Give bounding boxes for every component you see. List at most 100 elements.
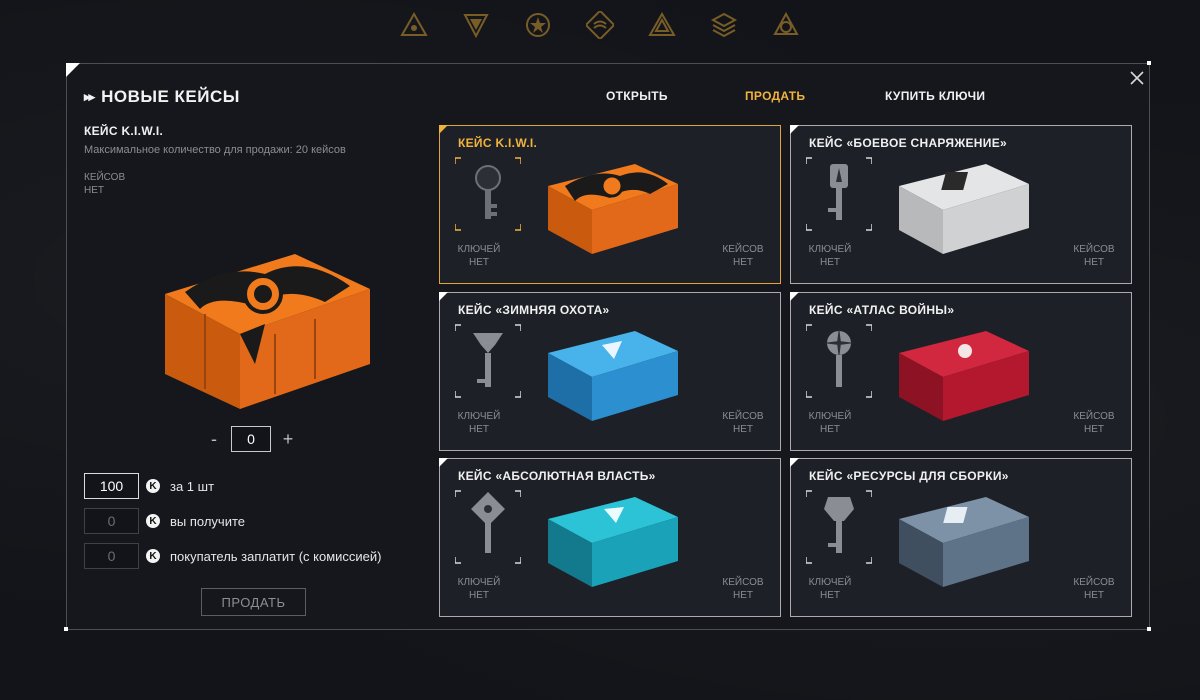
cases-count: КЕЙСОВ НЕТ [716,410,770,436]
decrement-button[interactable]: - [207,429,221,450]
keys-value: НЕТ [820,257,840,268]
emblem-triangle-icon[interactable] [398,9,430,41]
keys-count: КЛЮЧЕЙ НЕТ [803,243,857,269]
keys-count: КЛЮЧЕЙ НЕТ [452,576,506,602]
card-corner-marker [790,125,799,134]
price-per-unit-label: за 1 шт [170,478,215,494]
keys-label: КЛЮЧЕЙ [808,411,852,422]
price-per-unit-row: K за 1 шт [84,473,214,499]
cases-label: КЕЙСОВ [722,244,764,255]
cases-modal: ▸▸ НОВЫЕ КЕЙСЫ ОТКРЫТЬ ПРОДАТЬ КУПИТЬ КЛ… [64,61,1151,631]
keys-count: КЛЮЧЕЙ НЕТ [803,576,857,602]
case-grid: КЕЙС K.I.W.I. КЛЮЧЕЙ НЕТ КЕЙСОВ НЕТ КЕЙС «… [439,125,1133,617]
quantity-input[interactable] [231,426,271,452]
cases-label: КЕЙСОВ [1073,244,1115,255]
cases-label: КЕЙСОВ [722,411,764,422]
keys-count: КЛЮЧЕЙ НЕТ [452,243,506,269]
case-card-war-atlas[interactable]: КЕЙС «АТЛАС ВОЙНЫ» КЛЮЧЕЙ НЕТ КЕЙСОВ НЕТ [790,292,1132,451]
selected-case-name: КЕЙС K.I.W.I. [84,124,164,138]
key-icon [828,164,848,220]
sell-button[interactable]: ПРОДАТЬ [201,588,306,616]
card-corner-marker [790,458,799,467]
corner-dot [1147,61,1151,65]
cases-count: КЕЙСОВ НЕТ [716,576,770,602]
cases-value: НЕТ [733,590,753,601]
cases-count: КЕЙСОВ НЕТ [716,243,770,269]
buyer-pays-row: K покупатель заплатит (с комиссией) [84,543,382,569]
cases-label: КЕЙСОВ [722,577,764,588]
keys-count: КЛЮЧЕЙ НЕТ [803,410,857,436]
case-card-build-resources[interactable]: КЕЙС «РЕСУРСЫ ДЛЯ СБОРКИ» КЛЮЧЕЙ НЕТ КЕЙС… [790,458,1132,617]
cases-count: КЕЙСОВ НЕТ [1067,576,1121,602]
emblem-star-icon[interactable] [522,9,554,41]
key-icon [475,165,501,219]
buyer-pays-field [84,543,139,569]
case-image-winter-hunt [540,313,682,425]
corner-marker [66,63,80,77]
key-slot [805,489,873,565]
case-card-winter-hunt[interactable]: КЕЙС «ЗИМНЯЯ ОХОТА» КЛЮЧЕЙ НЕТ КЕЙСОВ НЕТ [439,292,781,451]
card-corner-marker [439,125,448,134]
case-card-combat-gear[interactable]: КЕЙС «БОЕВОЕ СНАРЯЖЕНИЕ» КЛЮЧЕЙ НЕТ КЕЙСО… [790,125,1132,284]
keys-value: НЕТ [820,424,840,435]
receive-label: вы получите [170,513,246,529]
sell-panel: КЕЙС K.I.W.I. Максимальное количество дл… [84,124,404,197]
cases-label: КЕЙСОВ [1073,577,1115,588]
keys-label: КЛЮЧЕЙ [457,244,501,255]
cases-value: НЕТ [733,257,753,268]
cases-value: НЕТ [1084,424,1104,435]
keys-value: НЕТ [469,590,489,601]
card-corner-marker [439,292,448,301]
keys-value: НЕТ [820,590,840,601]
key-icon [471,492,505,553]
selected-case-image [145,214,380,414]
cases-value: НЕТ [1084,257,1104,268]
k-coin-icon: K [146,549,160,563]
card-corner-marker [790,292,799,301]
keys-value: НЕТ [469,257,489,268]
case-card-absolute-power[interactable]: КЕЙС «АБСОЛЮТНАЯ ВЛАСТЬ» КЛЮЧЕЙ НЕТ КЕЙСО… [439,458,781,617]
price-per-unit-input[interactable] [84,473,139,499]
keys-value: НЕТ [469,424,489,435]
emblem-wave-icon[interactable] [584,9,616,41]
case-image-war-atlas [891,313,1033,425]
tab-buy-keys[interactable]: КУПИТЬ КЛЮЧИ [885,89,985,103]
keys-label: КЛЮЧЕЙ [457,577,501,588]
key-slot [454,489,522,565]
emblem-stack-icon[interactable] [708,9,740,41]
receive-amount-field [84,508,139,534]
max-sell-text: Максимальное количество для продажи: 20 … [84,144,346,156]
case-image-build-resources [891,479,1033,591]
key-slot [805,323,873,399]
keys-label: КЛЮЧЕЙ [457,411,501,422]
key-icon [473,333,503,387]
cases-count: КЕЙСОВ НЕТ [1067,243,1121,269]
tab-open[interactable]: ОТКРЫТЬ [606,89,668,103]
tab-bar: ОТКРЫТЬ ПРОДАТЬ КУПИТЬ КЛЮЧИ [67,89,1149,109]
key-slot [454,323,522,399]
k-coin-icon: K [146,514,160,528]
case-image-kiwi [540,146,682,258]
close-icon[interactable] [1127,68,1147,88]
k-coin-icon: K [146,479,160,493]
emblem-shield-icon[interactable] [460,9,492,41]
card-corner-marker [439,458,448,467]
key-slot [454,156,522,232]
cases-value: НЕТ [1084,590,1104,601]
key-icon [824,497,854,553]
case-image-combat-gear [891,146,1033,258]
emblem-atom-icon[interactable] [770,9,802,41]
keys-label: КЛЮЧЕЙ [808,244,852,255]
corner-dot [1147,627,1151,631]
key-slot [805,156,873,232]
quantity-stepper: - + [207,426,295,452]
emblem-pyramid-icon[interactable] [646,9,678,41]
cases-value: НЕТ [733,424,753,435]
cases-count: КЕЙСОВ НЕТ [84,171,404,197]
tab-sell[interactable]: ПРОДАТЬ [745,89,805,103]
case-card-kiwi[interactable]: КЕЙС K.I.W.I. КЛЮЧЕЙ НЕТ КЕЙСОВ НЕТ [439,125,781,284]
key-icon [823,327,855,387]
increment-button[interactable]: + [281,429,295,450]
buyer-pays-label: покупатель заплатит (с комиссией) [170,548,382,564]
cases-label: КЕЙСОВ [1073,411,1115,422]
